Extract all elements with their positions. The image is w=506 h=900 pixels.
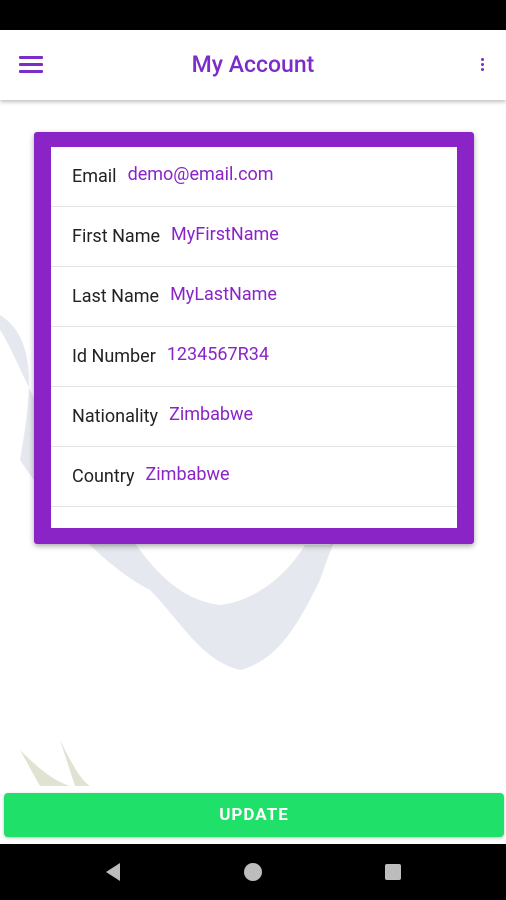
field-row-first-name: First Name MyFirstName (51, 207, 457, 267)
id-number-label: Id Number (72, 346, 156, 367)
page-title: My Account (191, 51, 315, 78)
country-value: Zimbabwe (145, 464, 230, 485)
email-label: Email (72, 166, 117, 187)
system-navigation-bar (0, 844, 506, 900)
nationality-value: Zimbabwe (169, 404, 254, 425)
more-options-icon[interactable] (474, 52, 490, 78)
field-row-last-name: Last Name MyLastName (51, 267, 457, 327)
nav-home-icon[interactable] (240, 859, 266, 885)
field-row-nationality: Nationality Zimbabwe (51, 387, 457, 447)
last-name-value: MyLastName (170, 284, 277, 305)
country-label: Country (72, 466, 135, 487)
field-row-country: Country Zimbabwe (51, 447, 457, 507)
account-card: Email demo@email.com First Name MyFirstN… (34, 132, 474, 544)
app-bar: My Account (0, 30, 506, 100)
first-name-value: MyFirstName (171, 224, 279, 245)
email-value: demo@email.com (127, 164, 274, 185)
last-name-label: Last Name (72, 286, 160, 307)
account-details-list: Email demo@email.com First Name MyFirstN… (51, 147, 457, 528)
first-name-label: First Name (72, 226, 161, 247)
nav-back-icon[interactable] (100, 859, 126, 885)
nav-recent-apps-icon[interactable] (380, 859, 406, 885)
status-bar (0, 0, 506, 30)
update-button[interactable]: UPDATE (4, 793, 504, 837)
id-number-value: 1234567R34 (166, 344, 269, 365)
nationality-label: Nationality (72, 406, 159, 427)
field-row-email: Email demo@email.com (51, 147, 457, 207)
field-row-id-number: Id Number 1234567R34 (51, 327, 457, 387)
